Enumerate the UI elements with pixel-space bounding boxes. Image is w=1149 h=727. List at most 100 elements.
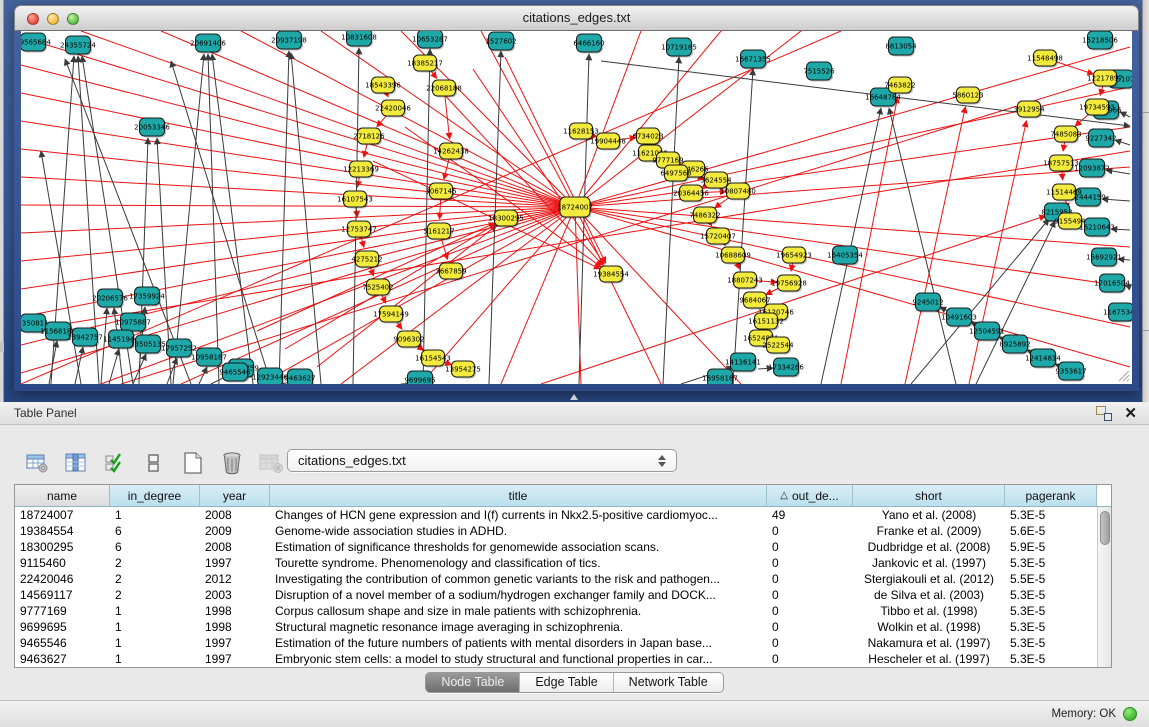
column-header-out_de[interactable]: △out_de...: [767, 485, 853, 506]
table-cell[interactable]: 5.3E-5: [1005, 619, 1097, 635]
column-header-short[interactable]: short: [853, 485, 1005, 506]
graph-edge-red[interactable]: [21, 65, 575, 207]
table-cell[interactable]: 1: [110, 635, 200, 651]
table-cell[interactable]: Genome-wide association studies in ADHD.: [270, 523, 767, 539]
table-cell[interactable]: 1998: [200, 603, 270, 619]
table-cell[interactable]: 5.3E-5: [1005, 635, 1097, 651]
table-cell[interactable]: 1997: [200, 635, 270, 651]
graph-edge-red[interactable]: [505, 57, 606, 263]
graph-node[interactable]: 20937198: [271, 31, 307, 51]
table-cell[interactable]: 5.3E-5: [1005, 603, 1097, 619]
table-cell[interactable]: 2003: [200, 587, 270, 603]
graph-node[interactable]: 6734023: [632, 128, 663, 146]
graph-node[interactable]: 24355724: [60, 36, 96, 56]
new-table-icon[interactable]: [180, 450, 206, 476]
table-cell[interactable]: 0: [767, 619, 853, 635]
graph-edge-red[interactable]: [21, 207, 575, 345]
table-cell[interactable]: 6: [110, 523, 200, 539]
table-row[interactable]: 1872400712008Changes of HCN gene express…: [15, 507, 1097, 523]
graph-node[interactable]: 10653287: [412, 31, 448, 50]
table-cell[interactable]: 0: [767, 635, 853, 651]
graph-node[interactable]: 20206576: [92, 289, 128, 309]
graph-node[interactable]: 19654923: [776, 247, 812, 265]
graph-node[interactable]: 9245012: [912, 293, 943, 313]
graph-node[interactable]: 6466160: [573, 34, 604, 54]
graph-node[interactable]: 10958187: [191, 348, 227, 368]
graph-node[interactable]: 12753747: [341, 221, 377, 239]
graph-edge-red[interactable]: [501, 207, 575, 384]
table-cell[interactable]: Changes of HCN gene expression and I(f) …: [270, 507, 767, 523]
table-cell[interactable]: 0: [767, 555, 853, 571]
graph-edge-red[interactable]: [575, 207, 661, 384]
table-selector-dropdown[interactable]: citations_edges.txt: [287, 449, 677, 472]
table-settings-icon[interactable]: [24, 450, 50, 476]
table-cell[interactable]: 2008: [200, 539, 270, 555]
graph-node[interactable]: 2522544: [762, 337, 794, 355]
split-pane-handle[interactable]: [566, 393, 582, 401]
table-cell[interactable]: 1: [110, 603, 200, 619]
graph-node[interactable]: 9699695: [404, 371, 435, 384]
collapsed-panel-handle[interactable]: [0, 342, 4, 352]
table-cell[interactable]: 5.3E-5: [1005, 507, 1097, 523]
graph-node[interactable]: 15720407: [700, 228, 736, 246]
graph-node[interactable]: 18385217: [407, 55, 443, 73]
column-header-name[interactable]: name: [15, 485, 110, 506]
table-cell[interactable]: Hescheler et al. (1997): [853, 651, 1005, 667]
table-cell[interactable]: 9463627: [15, 651, 110, 667]
graph-node[interactable]: 19904448: [590, 133, 626, 151]
table-scrollbar[interactable]: [1097, 507, 1111, 667]
table-cell[interactable]: Structural magnetic resonance image aver…: [270, 619, 767, 635]
graph-node[interactable]: 15692921: [1086, 248, 1122, 268]
graph-node[interactable]: 9353617: [1055, 362, 1086, 382]
graph-edge-black[interactable]: [208, 54, 219, 384]
table-cell[interactable]: 22420046: [15, 571, 110, 587]
graph-edge-black[interactable]: [423, 49, 430, 384]
table-cell[interactable]: Disruption of a novel member of a sodium…: [270, 587, 767, 603]
graph-node[interactable]: 7485083: [1050, 126, 1081, 144]
graph-edge-black[interactable]: [173, 54, 204, 384]
zoom-window-icon[interactable]: [67, 13, 79, 25]
graph-edge-red[interactable]: [575, 207, 1130, 367]
table-cell[interactable]: 9777169: [15, 603, 110, 619]
table-cell[interactable]: 1997: [200, 555, 270, 571]
table-row[interactable]: 2242004622012Investigating the contribut…: [15, 571, 1097, 587]
graph-node[interactable]: 5860123: [952, 87, 983, 105]
graph-node[interactable]: 16958187: [702, 369, 738, 384]
graph-node[interactable]: 20691406: [190, 34, 226, 54]
graph-node[interactable]: 4275212: [351, 251, 382, 269]
graph-node[interactable]: 9155494: [1054, 213, 1086, 231]
graph-node[interactable]: 18724007: [557, 197, 593, 219]
graph-node[interactable]: 22420046: [375, 100, 411, 118]
column-select-icon[interactable]: [63, 450, 89, 476]
graph-node[interactable]: 9463627: [284, 369, 315, 384]
graph-node[interactable]: 10719185: [661, 38, 697, 58]
graph-node[interactable]: 3667859: [435, 263, 466, 281]
graph-node[interactable]: 10831608: [341, 31, 377, 48]
table-cell[interactable]: 49: [767, 507, 853, 523]
delete-column-icon[interactable]: [258, 450, 284, 476]
minimize-window-icon[interactable]: [47, 13, 59, 25]
table-cell[interactable]: Wolkin et al. (1998): [853, 619, 1005, 635]
graph-node[interactable]: 11675345: [1103, 303, 1132, 323]
delete-table-icon[interactable]: [219, 450, 245, 476]
table-cell[interactable]: 5.3E-5: [1005, 587, 1097, 603]
table-row[interactable]: 946362711997Embryonic stem cells: a mode…: [15, 651, 1097, 667]
table-row[interactable]: 946554611997Estimation of the future num…: [15, 635, 1097, 651]
graph-node[interactable]: 18543396: [365, 77, 401, 95]
table-row[interactable]: 1456911722003Disruption of a novel membe…: [15, 587, 1097, 603]
table-cell[interactable]: Yano et al. (2008): [853, 507, 1005, 523]
graph-edge-red[interactable]: [481, 31, 575, 207]
table-cell[interactable]: 0: [767, 603, 853, 619]
table-cell[interactable]: Estimation of significance thresholds fo…: [270, 539, 767, 555]
graph-node[interactable]: 19756928: [771, 275, 807, 293]
scrollbar-thumb[interactable]: [1100, 511, 1110, 545]
table-cell[interactable]: 5.3E-5: [1005, 555, 1097, 571]
graph-node[interactable]: 9096302: [393, 331, 424, 349]
table-row[interactable]: 969969511998Structural magnetic resonanc…: [15, 619, 1097, 635]
table-cell[interactable]: Embryonic stem cells: a model to study s…: [270, 651, 767, 667]
graph-node[interactable]: 18807243: [727, 272, 763, 290]
graph-node[interactable]: 10688609: [715, 247, 751, 265]
table-cell[interactable]: 2: [110, 571, 200, 587]
float-panel-icon[interactable]: [1096, 406, 1112, 421]
column-header-year[interactable]: year: [200, 485, 270, 506]
